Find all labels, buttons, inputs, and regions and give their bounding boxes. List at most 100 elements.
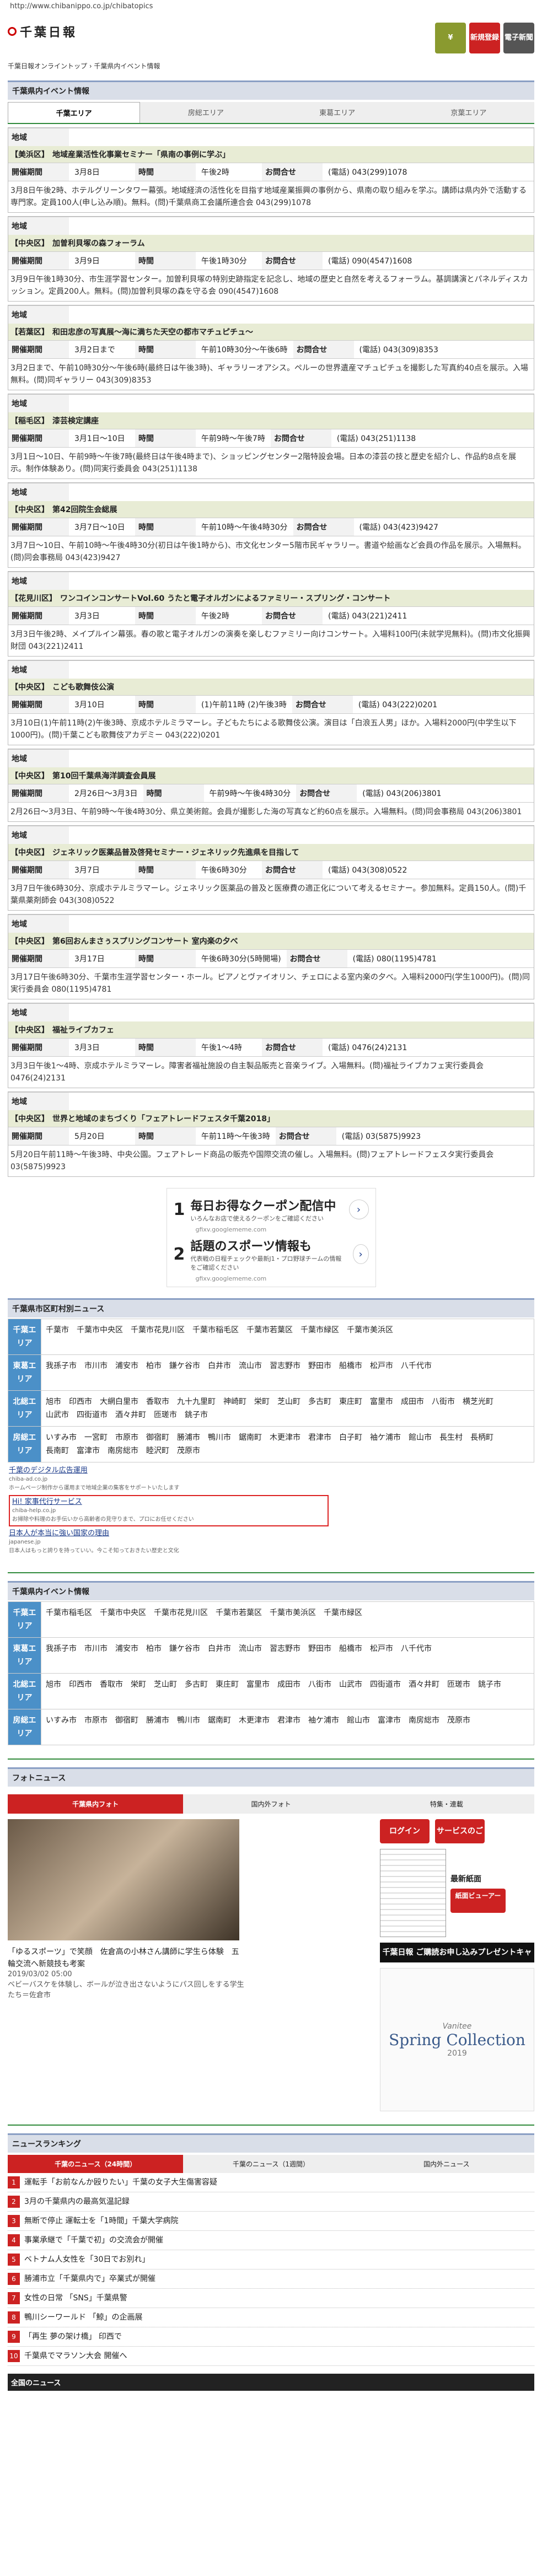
city-link[interactable]: 千葉市稲毛区 — [46, 1606, 92, 1620]
city-link[interactable]: 君津市 — [277, 1714, 300, 1727]
city-link[interactable]: 神崎町 — [223, 1395, 246, 1408]
ranking-title[interactable]: 千葉県でマラソン大会 開催へ — [24, 2350, 127, 2362]
city-link[interactable]: 栄町 — [254, 1395, 270, 1408]
city-link[interactable]: 富里市 — [246, 1678, 270, 1691]
city-link[interactable]: 一宮町 — [84, 1431, 108, 1444]
city-link[interactable]: 御宿町 — [146, 1431, 169, 1444]
ranking-item[interactable]: 7 女性の日常 「SNS」千葉県警 — [8, 2289, 534, 2308]
city-link[interactable]: 千葉市美浜区 — [347, 1324, 393, 1337]
city-link[interactable]: 酒々井町 — [409, 1678, 439, 1691]
text-ad-title[interactable]: Hi! 家事代行サービス — [12, 1498, 82, 1506]
city-link[interactable]: 印西市 — [69, 1678, 92, 1691]
event-title[interactable]: こども歌舞伎公演 — [52, 683, 114, 692]
ranking-item[interactable]: 6 勝浦市立「千葉県内で」卒業式が開催 — [8, 2270, 534, 2289]
city-link[interactable]: 多古町 — [308, 1395, 331, 1408]
coin-icon[interactable]: ¥ — [435, 23, 466, 53]
ranking-title[interactable]: 鴨川シーワールド 「鯨」の企画展 — [24, 2311, 142, 2324]
event-title[interactable]: 福祉ライブカフェ — [52, 1026, 114, 1035]
ranking-item[interactable]: 8 鴨川シーワールド 「鯨」の企画展 — [8, 2308, 534, 2327]
city-link[interactable]: 市原市 — [84, 1714, 108, 1727]
city-link[interactable]: 長南町 — [46, 1444, 69, 1458]
city-link[interactable]: 野田市 — [308, 1642, 331, 1655]
tab-photo-world[interactable]: 国内外フォト — [183, 1794, 359, 1814]
ranking-title[interactable]: ベトナム人女性を「30日でお別れ」 — [24, 2254, 149, 2266]
city-link[interactable]: 香取市 — [100, 1678, 123, 1691]
city-link[interactable]: 市川市 — [84, 1359, 108, 1373]
city-link[interactable]: 旭市 — [46, 1395, 61, 1408]
event-title[interactable]: 加曽利貝塚の森フォーラム — [52, 239, 145, 248]
city-link[interactable]: 九十九里町 — [177, 1395, 216, 1408]
city-link[interactable]: 松戸市 — [370, 1642, 393, 1655]
city-link[interactable]: 栄町 — [131, 1678, 146, 1691]
city-link[interactable]: 八街市 — [308, 1678, 331, 1691]
city-link[interactable]: いすみ市 — [46, 1714, 77, 1727]
city-link[interactable]: 流山市 — [239, 1642, 262, 1655]
city-link[interactable]: 鎌ケ谷市 — [169, 1359, 200, 1373]
city-link[interactable]: 館山市 — [347, 1714, 370, 1727]
city-link[interactable]: 習志野市 — [270, 1642, 300, 1655]
city-link[interactable]: 千葉市花見川区 — [131, 1324, 185, 1337]
ranking-title[interactable]: 勝浦市立「千葉県内で」卒業式が開催 — [24, 2273, 155, 2285]
city-link[interactable]: 南房総市 — [108, 1444, 138, 1458]
city-link[interactable]: 鴨川市 — [208, 1431, 231, 1444]
chevron-right-icon[interactable]: › — [348, 1200, 369, 1219]
paper-viewer-button[interactable]: 紙面ビューアー — [450, 1889, 506, 1913]
city-link[interactable]: 木更津市 — [270, 1431, 300, 1444]
city-link[interactable]: 木更津市 — [239, 1714, 270, 1727]
city-link[interactable]: 横芝光町 — [463, 1395, 493, 1408]
city-link[interactable]: 白井市 — [208, 1642, 231, 1655]
present-banner[interactable]: 千葉日報 ご購読お申し込みプレゼントキャンペーン実施中 — [380, 1943, 534, 1977]
city-link[interactable]: 銚子市 — [185, 1408, 208, 1422]
city-link[interactable]: 長生村 — [439, 1431, 463, 1444]
city-link[interactable]: 銚子市 — [478, 1678, 501, 1691]
city-link[interactable]: いすみ市 — [46, 1431, 77, 1444]
city-link[interactable]: 鋸南町 — [208, 1714, 231, 1727]
event-title[interactable]: 世界と地域のまちづくり「フェアトレードフェスタ千葉2018」 — [52, 1115, 275, 1123]
tab-photo-feature[interactable]: 特集・連載 — [358, 1794, 534, 1814]
city-link[interactable]: 千葉市緑区 — [300, 1324, 339, 1337]
city-link[interactable]: 睦沢町 — [146, 1444, 169, 1458]
ranking-title[interactable]: 3月の千葉県内の最高気温記録 — [24, 2196, 130, 2208]
city-link[interactable]: 浦安市 — [115, 1642, 138, 1655]
city-link[interactable]: 香取市 — [146, 1395, 169, 1408]
event-title[interactable]: 第42回院生会総展 — [52, 505, 117, 514]
city-link[interactable]: 茂原市 — [177, 1444, 200, 1458]
city-link[interactable]: 芝山町 — [154, 1678, 177, 1691]
city-link[interactable]: 山武市 — [46, 1408, 69, 1422]
city-link[interactable]: 勝浦市 — [146, 1714, 169, 1727]
city-link[interactable]: 芝山町 — [277, 1395, 300, 1408]
city-link[interactable]: 千葉市美浜区 — [270, 1606, 316, 1620]
city-link[interactable]: 大網白里市 — [100, 1395, 138, 1408]
city-link[interactable]: 船橋市 — [339, 1359, 362, 1373]
city-link[interactable]: 鴨川市 — [177, 1714, 200, 1727]
city-link[interactable]: 白井市 — [208, 1359, 231, 1373]
event-title[interactable]: 第6回おんまさぅスプリングコンサート 室内楽の夕べ — [52, 937, 238, 946]
ranking-item[interactable]: 5 ベトナム人女性を「30日でお別れ」 — [8, 2250, 534, 2270]
city-link[interactable]: 我孫子市 — [46, 1642, 77, 1655]
tab-rank-24h[interactable]: 千葉のニュース（24時間） — [8, 2155, 184, 2173]
vanity-ad[interactable]: Vanitee Spring Collection 2019 — [380, 1968, 534, 2111]
event-title[interactable]: ワンコインコンサートVol.60 うたと電子オルガンによるファミリー・スプリング… — [60, 594, 390, 603]
city-link[interactable]: 御宿町 — [115, 1714, 138, 1727]
city-link[interactable]: 富津市 — [77, 1444, 100, 1458]
text-ad-highlight[interactable]: Hi! 家事代行サービス chiba-help.co.jp お掃除や料理のお手伝いか… — [9, 1495, 329, 1526]
login-button[interactable]: ログイン — [380, 1819, 430, 1843]
city-link[interactable]: 八千代市 — [401, 1359, 432, 1373]
text-ad[interactable]: 千葉のデジタル広告運用 chiba-ad.co.jp ホームページ制作から運用まで地… — [9, 1466, 533, 1493]
tab-keiyo[interactable]: 京葉エリア — [403, 102, 534, 123]
city-link[interactable]: 匝瑳市 — [154, 1408, 177, 1422]
tab-chiba[interactable]: 千葉エリア — [8, 102, 141, 123]
text-ad-title[interactable]: 日本人が本当に強い国家の理由 — [9, 1529, 109, 1537]
city-link[interactable]: 松戸市 — [370, 1359, 393, 1373]
latest-paper-thumbnail[interactable] — [380, 1849, 446, 1937]
city-link[interactable]: 八街市 — [432, 1395, 455, 1408]
city-link[interactable]: 館山市 — [409, 1431, 432, 1444]
city-link[interactable]: 千葉市緑区 — [324, 1606, 362, 1620]
city-link[interactable]: 浦安市 — [115, 1359, 138, 1373]
city-link[interactable]: 船橋市 — [339, 1642, 362, 1655]
ranking-item[interactable]: 9 「再生 夢の架け橋」 印西で — [8, 2327, 534, 2347]
ranking-title[interactable]: 事業承継で「千葉で初」の交流会が開催 — [24, 2234, 163, 2246]
e-paper-button[interactable]: 電子新聞 — [503, 23, 534, 53]
city-link[interactable]: 山武市 — [339, 1678, 362, 1691]
photo-caption[interactable]: 「ゆるスポーツ」で笑顔 佐倉高の小林さん講師に学生ら体験 五輪交流へ新競技も考案 — [8, 1946, 245, 1970]
